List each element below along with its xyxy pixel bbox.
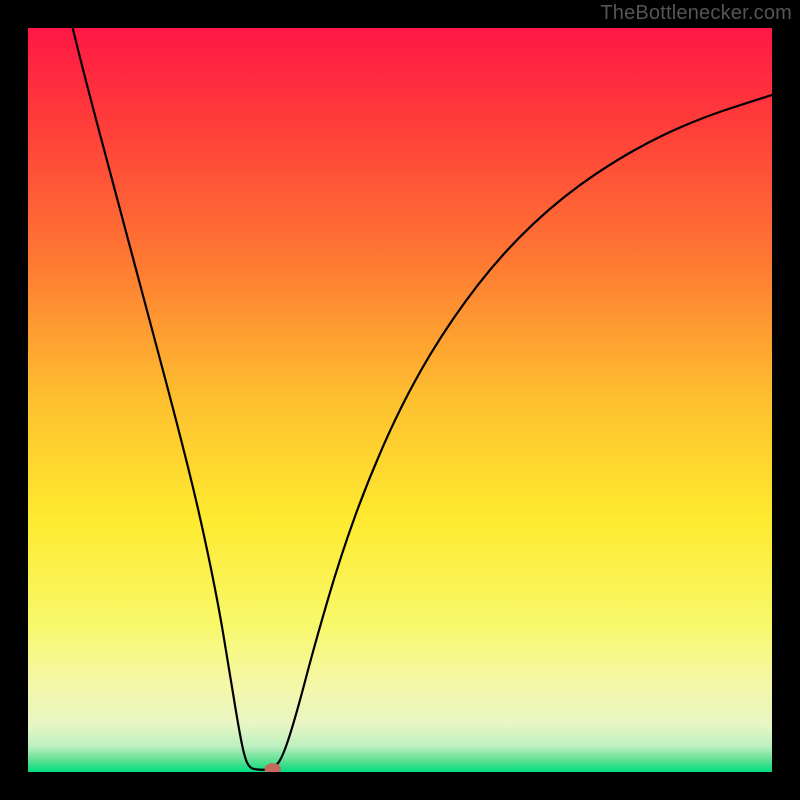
watermark: TheBottlenecker.com [600, 2, 792, 25]
bottleneck-chart [28, 28, 772, 772]
plot-area [28, 28, 772, 772]
gradient-background [28, 28, 772, 772]
chart-frame: TheBottlenecker.com [0, 0, 800, 800]
